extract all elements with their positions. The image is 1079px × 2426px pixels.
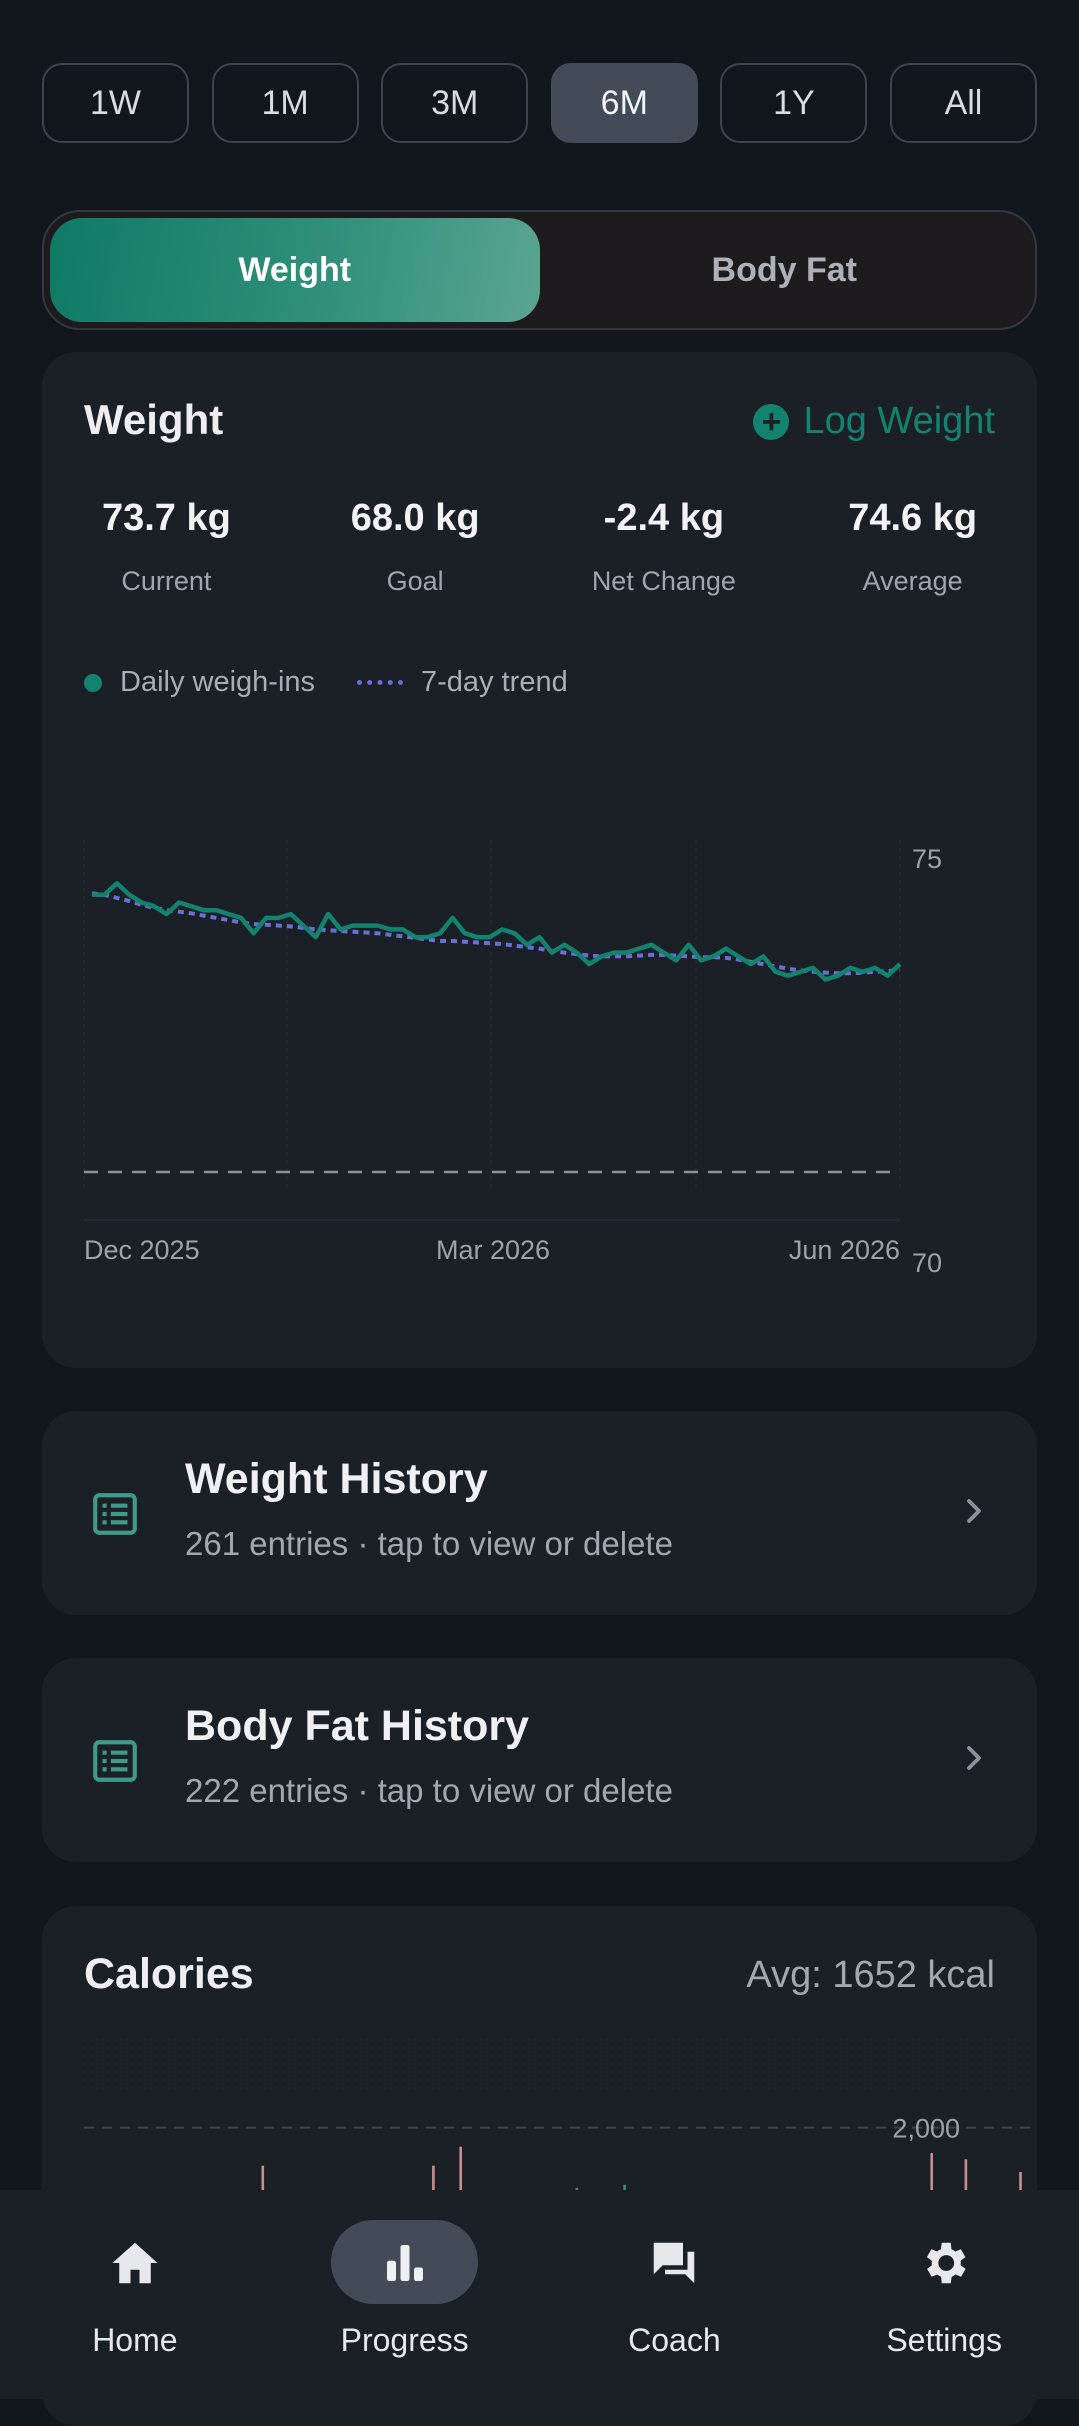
stat-label: Goal [386, 566, 444, 596]
tab-settings[interactable]: Settings [809, 2190, 1079, 2399]
chart-legend: Daily weigh-ins 7-day trend [84, 666, 568, 699]
tab-home-label: Home [92, 2322, 178, 2358]
home-icon [112, 2242, 158, 2284]
list-icon [93, 1493, 137, 1535]
body-fat-segment[interactable]: Body Fat [540, 218, 1030, 322]
body-fat-history-card[interactable]: Body Fat History 222 entries · tap to vi… [42, 1658, 1037, 1862]
stat-goal: 68.0 kg Goal [291, 497, 540, 597]
weight-history-subtitle: 261 entries · tap to view or delete [185, 1525, 673, 1562]
x-axis-label: Jun 2026 [789, 1235, 900, 1265]
daily-weigh-ins-line [92, 881, 902, 982]
bottom-nav: Home Progress Coach Settings [0, 2190, 1079, 2399]
range-1m-button[interactable]: 1M [211, 63, 359, 143]
gear-icon [927, 2242, 966, 2284]
range-3m-button[interactable]: 3M [381, 63, 529, 143]
y-tick-label: 75 [912, 844, 942, 874]
weight-segment[interactable]: Weight [50, 218, 540, 322]
body-fat-history-title: Body Fat History [185, 1702, 530, 1750]
metric-segmented-control: Weight Body Fat [42, 210, 1037, 330]
weight-history-card[interactable]: Weight History 261 entries · tap to view… [42, 1411, 1037, 1615]
log-weight-button[interactable]: + Log Weight [753, 400, 995, 443]
tab-coach[interactable]: Coach [540, 2190, 810, 2399]
weight-history-title: Weight History [185, 1455, 488, 1503]
legend-dot-icon [84, 673, 102, 692]
range-1w-button[interactable]: 1W [42, 63, 189, 143]
y-tick-label: 70 [912, 1248, 942, 1278]
range-6m-button[interactable]: 6M [550, 63, 698, 143]
stat-value: -2.4 kg [603, 497, 725, 539]
weight-stats: 73.7 kg Current 68.0 kg Goal -2.4 kg Net… [42, 497, 1037, 597]
weight-card-title: Weight [84, 396, 224, 443]
stat-label: Net Change [591, 566, 736, 596]
legend-dash-icon [357, 680, 404, 685]
bar-chart-icon [386, 2245, 423, 2281]
legend-trend-label: 7-day trend [421, 666, 568, 698]
time-range-selector: 1W 1M 3M 6M 1Y All [42, 63, 1037, 147]
tab-settings-label: Settings [886, 2322, 1002, 2358]
stat-current: 73.7 kg Current [42, 497, 291, 597]
y-tick-label: 2,000 [892, 2114, 960, 2144]
body-fat-history-subtitle: 222 entries · tap to view or delete [185, 1772, 673, 1809]
weight-chart: 75 70 Dec 2025 Mar 2026 Jun 2026 [83, 840, 942, 1278]
calories-average: Avg: 1652 kcal [746, 1954, 995, 1996]
list-icon [93, 1740, 137, 1782]
stat-label: Current [121, 566, 212, 596]
stat-value: 73.7 kg [101, 497, 231, 539]
log-weight-label: Log Weight [803, 400, 995, 442]
range-all-button[interactable]: All [889, 63, 1037, 143]
legend-daily-label: Daily weigh-ins [120, 666, 316, 698]
chevron-right-icon [967, 1746, 981, 1770]
stat-label: Average [862, 566, 963, 596]
chevron-right-icon [967, 1499, 981, 1523]
weight-card: Weight + Log Weight 73.7 kg Current 68.0… [42, 352, 1037, 1368]
range-1y-button[interactable]: 1Y [720, 63, 868, 143]
stat-average: 74.6 kg Average [788, 497, 1037, 597]
stat-value: 68.0 kg [350, 497, 480, 539]
x-axis-label: Mar 2026 [436, 1235, 550, 1265]
calories-title: Calories [84, 1950, 254, 1998]
stat-value: 74.6 kg [848, 497, 978, 539]
tab-home[interactable]: Home [0, 2190, 270, 2399]
tab-progress-label: Progress [340, 2322, 469, 2358]
tab-progress[interactable]: Progress [270, 2190, 540, 2399]
stat-net-change: -2.4 kg Net Change [540, 497, 789, 597]
chat-icon [654, 2242, 695, 2284]
x-axis-label: Dec 2025 [84, 1235, 200, 1265]
tab-coach-label: Coach [628, 2322, 721, 2358]
plus-circle-icon: + [753, 403, 790, 440]
